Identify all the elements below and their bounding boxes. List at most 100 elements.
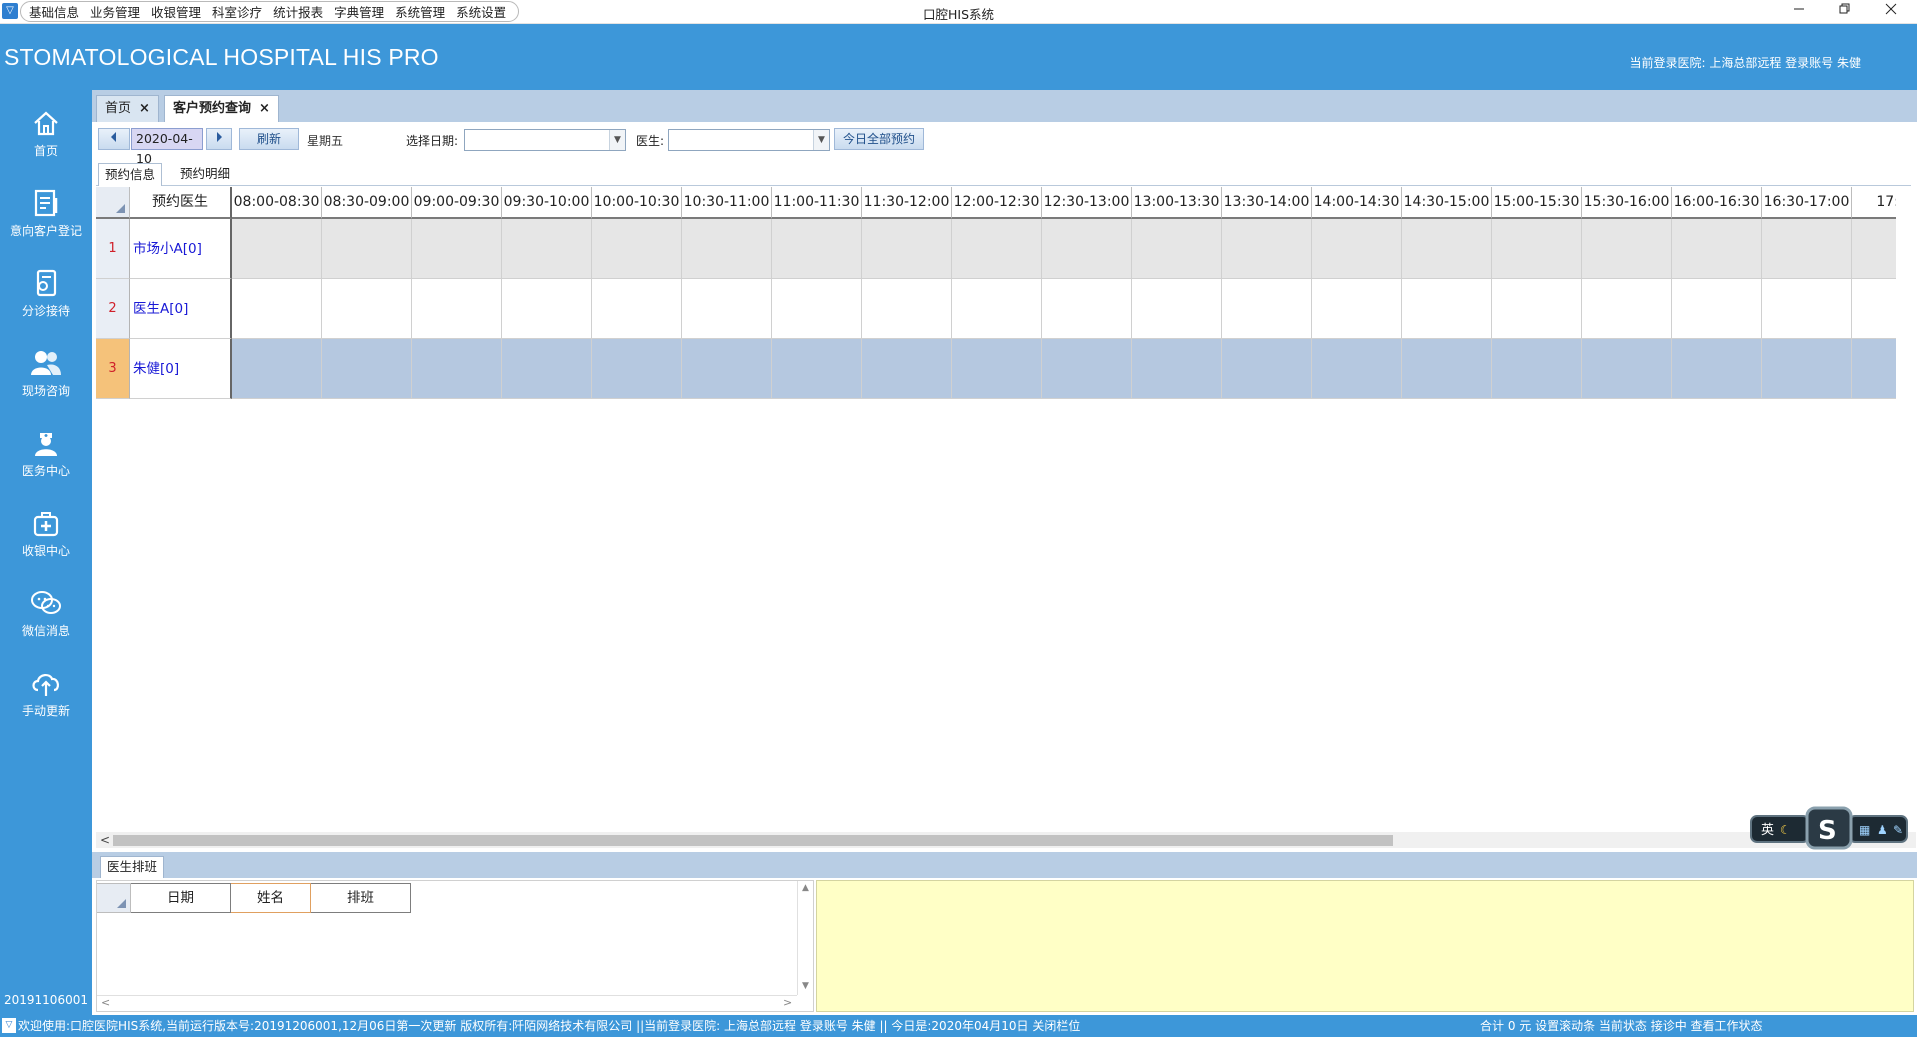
time-slot-cell[interactable] <box>1222 219 1312 279</box>
time-slot-cell[interactable] <box>232 219 322 279</box>
time-slot-header[interactable]: 17:00 <box>1852 187 1896 219</box>
time-slot-header[interactable]: 09:30-10:00 <box>502 187 592 219</box>
time-slot-cell[interactable] <box>322 279 412 339</box>
time-slot-cell[interactable] <box>412 279 502 339</box>
select-date-combo[interactable]: ▼ <box>464 129 626 151</box>
time-slot-cell[interactable] <box>1762 339 1852 399</box>
scrollbar-thumb[interactable] <box>113 835 1393 846</box>
time-slot-cell[interactable] <box>682 219 772 279</box>
doctor-column-header[interactable]: 预约医生 <box>130 187 232 219</box>
time-slot-cell[interactable] <box>1312 219 1402 279</box>
close-window-button[interactable] <box>1868 0 1914 24</box>
time-slot-cell[interactable] <box>1492 339 1582 399</box>
time-slot-cell[interactable] <box>952 219 1042 279</box>
time-slot-cell[interactable] <box>1042 279 1132 339</box>
time-slot-cell[interactable] <box>1582 279 1672 339</box>
schedule-col-name[interactable]: 姓名 <box>231 883 311 913</box>
input-method-badge[interactable]: 英 ☾ S ▦ ♟ ✎ <box>1745 806 1913 850</box>
time-slot-cell[interactable] <box>592 219 682 279</box>
sidebar-item-manual-update[interactable]: 手动更新 <box>0 668 92 748</box>
grid-corner[interactable] <box>96 187 130 219</box>
time-slot-cell[interactable] <box>1042 339 1132 399</box>
sidebar-item-medical-center[interactable]: 医务中心 <box>0 428 92 508</box>
time-slot-cell[interactable] <box>322 339 412 399</box>
time-slot-cell[interactable] <box>502 339 592 399</box>
time-slot-cell[interactable] <box>862 339 952 399</box>
time-slot-cell[interactable] <box>1672 339 1762 399</box>
time-slot-cell[interactable] <box>1132 219 1222 279</box>
time-slot-header[interactable]: 09:00-09:30 <box>412 187 502 219</box>
time-slot-cell[interactable] <box>1582 219 1672 279</box>
tab-appointment-query[interactable]: 客户预约查询 × <box>164 95 279 122</box>
grid-horizontal-scrollbar[interactable]: < <box>96 832 1916 848</box>
time-slot-cell[interactable] <box>1312 279 1402 339</box>
scroll-left-icon[interactable]: < <box>100 832 110 848</box>
time-slot-header[interactable]: 14:00-14:30 <box>1312 187 1402 219</box>
time-slot-header[interactable]: 16:30-17:00 <box>1762 187 1852 219</box>
chevron-down-icon[interactable]: ▼ <box>813 130 829 150</box>
time-slot-header[interactable]: 13:30-14:00 <box>1222 187 1312 219</box>
time-slot-cell[interactable] <box>412 339 502 399</box>
time-slot-cell[interactable] <box>322 219 412 279</box>
time-slot-cell[interactable] <box>1132 339 1222 399</box>
time-slot-cell[interactable] <box>1492 279 1582 339</box>
subtab-appointment-info[interactable]: 预约信息 <box>98 163 163 186</box>
time-slot-header[interactable]: 12:00-12:30 <box>952 187 1042 219</box>
sidebar-item-intent-register[interactable]: 意向客户登记 <box>0 188 92 268</box>
time-slot-cell[interactable] <box>772 279 862 339</box>
time-slot-header[interactable]: 08:30-09:00 <box>322 187 412 219</box>
time-slot-header[interactable]: 10:00-10:30 <box>592 187 682 219</box>
time-slot-cell[interactable] <box>1402 279 1492 339</box>
time-slot-cell[interactable] <box>502 219 592 279</box>
all-today-appointments-button[interactable]: 今日全部预约 <box>834 128 924 150</box>
time-slot-cell[interactable] <box>1582 339 1672 399</box>
time-slot-cell[interactable] <box>1852 279 1896 339</box>
sidebar-item-consult[interactable]: 现场咨询 <box>0 348 92 428</box>
time-slot-cell[interactable] <box>1852 339 1896 399</box>
time-slot-cell[interactable] <box>1402 339 1492 399</box>
sidebar-item-cashier-center[interactable]: 收银中心 <box>0 508 92 588</box>
time-slot-cell[interactable] <box>772 339 862 399</box>
time-slot-cell[interactable] <box>1132 279 1222 339</box>
time-slot-header[interactable]: 11:30-12:00 <box>862 187 952 219</box>
time-slot-cell[interactable] <box>862 279 952 339</box>
time-slot-cell[interactable] <box>1762 279 1852 339</box>
next-day-button[interactable] <box>206 128 232 150</box>
tab-doctor-schedule[interactable]: 医生排班 <box>100 856 165 878</box>
time-slot-cell[interactable] <box>592 339 682 399</box>
time-slot-header[interactable]: 14:30-15:00 <box>1402 187 1492 219</box>
time-slot-cell[interactable] <box>682 279 772 339</box>
time-slot-header[interactable]: 15:30-16:00 <box>1582 187 1672 219</box>
time-slot-cell[interactable] <box>682 339 772 399</box>
time-slot-cell[interactable] <box>592 279 682 339</box>
time-slot-cell[interactable] <box>1222 279 1312 339</box>
doctor-combo[interactable]: ▼ <box>668 129 830 151</box>
schedule-corner[interactable] <box>97 883 131 913</box>
doctor-cell[interactable]: 朱健[0] <box>130 339 232 399</box>
schedule-col-shift[interactable]: 排班 <box>311 883 411 913</box>
time-slot-cell[interactable] <box>862 219 952 279</box>
time-slot-cell[interactable] <box>502 279 592 339</box>
restore-button[interactable] <box>1822 0 1868 24</box>
tab-close-icon[interactable]: × <box>259 101 270 116</box>
chevron-down-icon[interactable]: ▼ <box>609 130 625 150</box>
time-slot-header[interactable]: 15:00-15:30 <box>1492 187 1582 219</box>
time-slot-header[interactable]: 11:00-11:30 <box>772 187 862 219</box>
minimize-button[interactable] <box>1776 0 1822 24</box>
time-slot-cell[interactable] <box>232 339 322 399</box>
tab-home[interactable]: 首页 × <box>96 95 159 122</box>
time-slot-cell[interactable] <box>1222 339 1312 399</box>
doctor-cell[interactable]: 市场小A[0] <box>130 219 232 279</box>
time-slot-cell[interactable] <box>1672 219 1762 279</box>
subtab-appointment-detail[interactable]: 预约明细 <box>174 163 236 186</box>
sidebar-item-wechat[interactable]: 微信消息 <box>0 588 92 668</box>
refresh-button[interactable]: 刷新 <box>239 128 299 150</box>
time-slot-cell[interactable] <box>232 279 322 339</box>
tab-close-icon[interactable]: × <box>139 101 150 116</box>
table-row[interactable]: 1 市场小A[0] <box>96 219 1896 279</box>
time-slot-cell[interactable] <box>952 339 1042 399</box>
time-slot-cell[interactable] <box>1762 219 1852 279</box>
time-slot-cell[interactable] <box>1042 219 1132 279</box>
doctor-cell[interactable]: 医生A[0] <box>130 279 232 339</box>
time-slot-cell[interactable] <box>1672 279 1762 339</box>
